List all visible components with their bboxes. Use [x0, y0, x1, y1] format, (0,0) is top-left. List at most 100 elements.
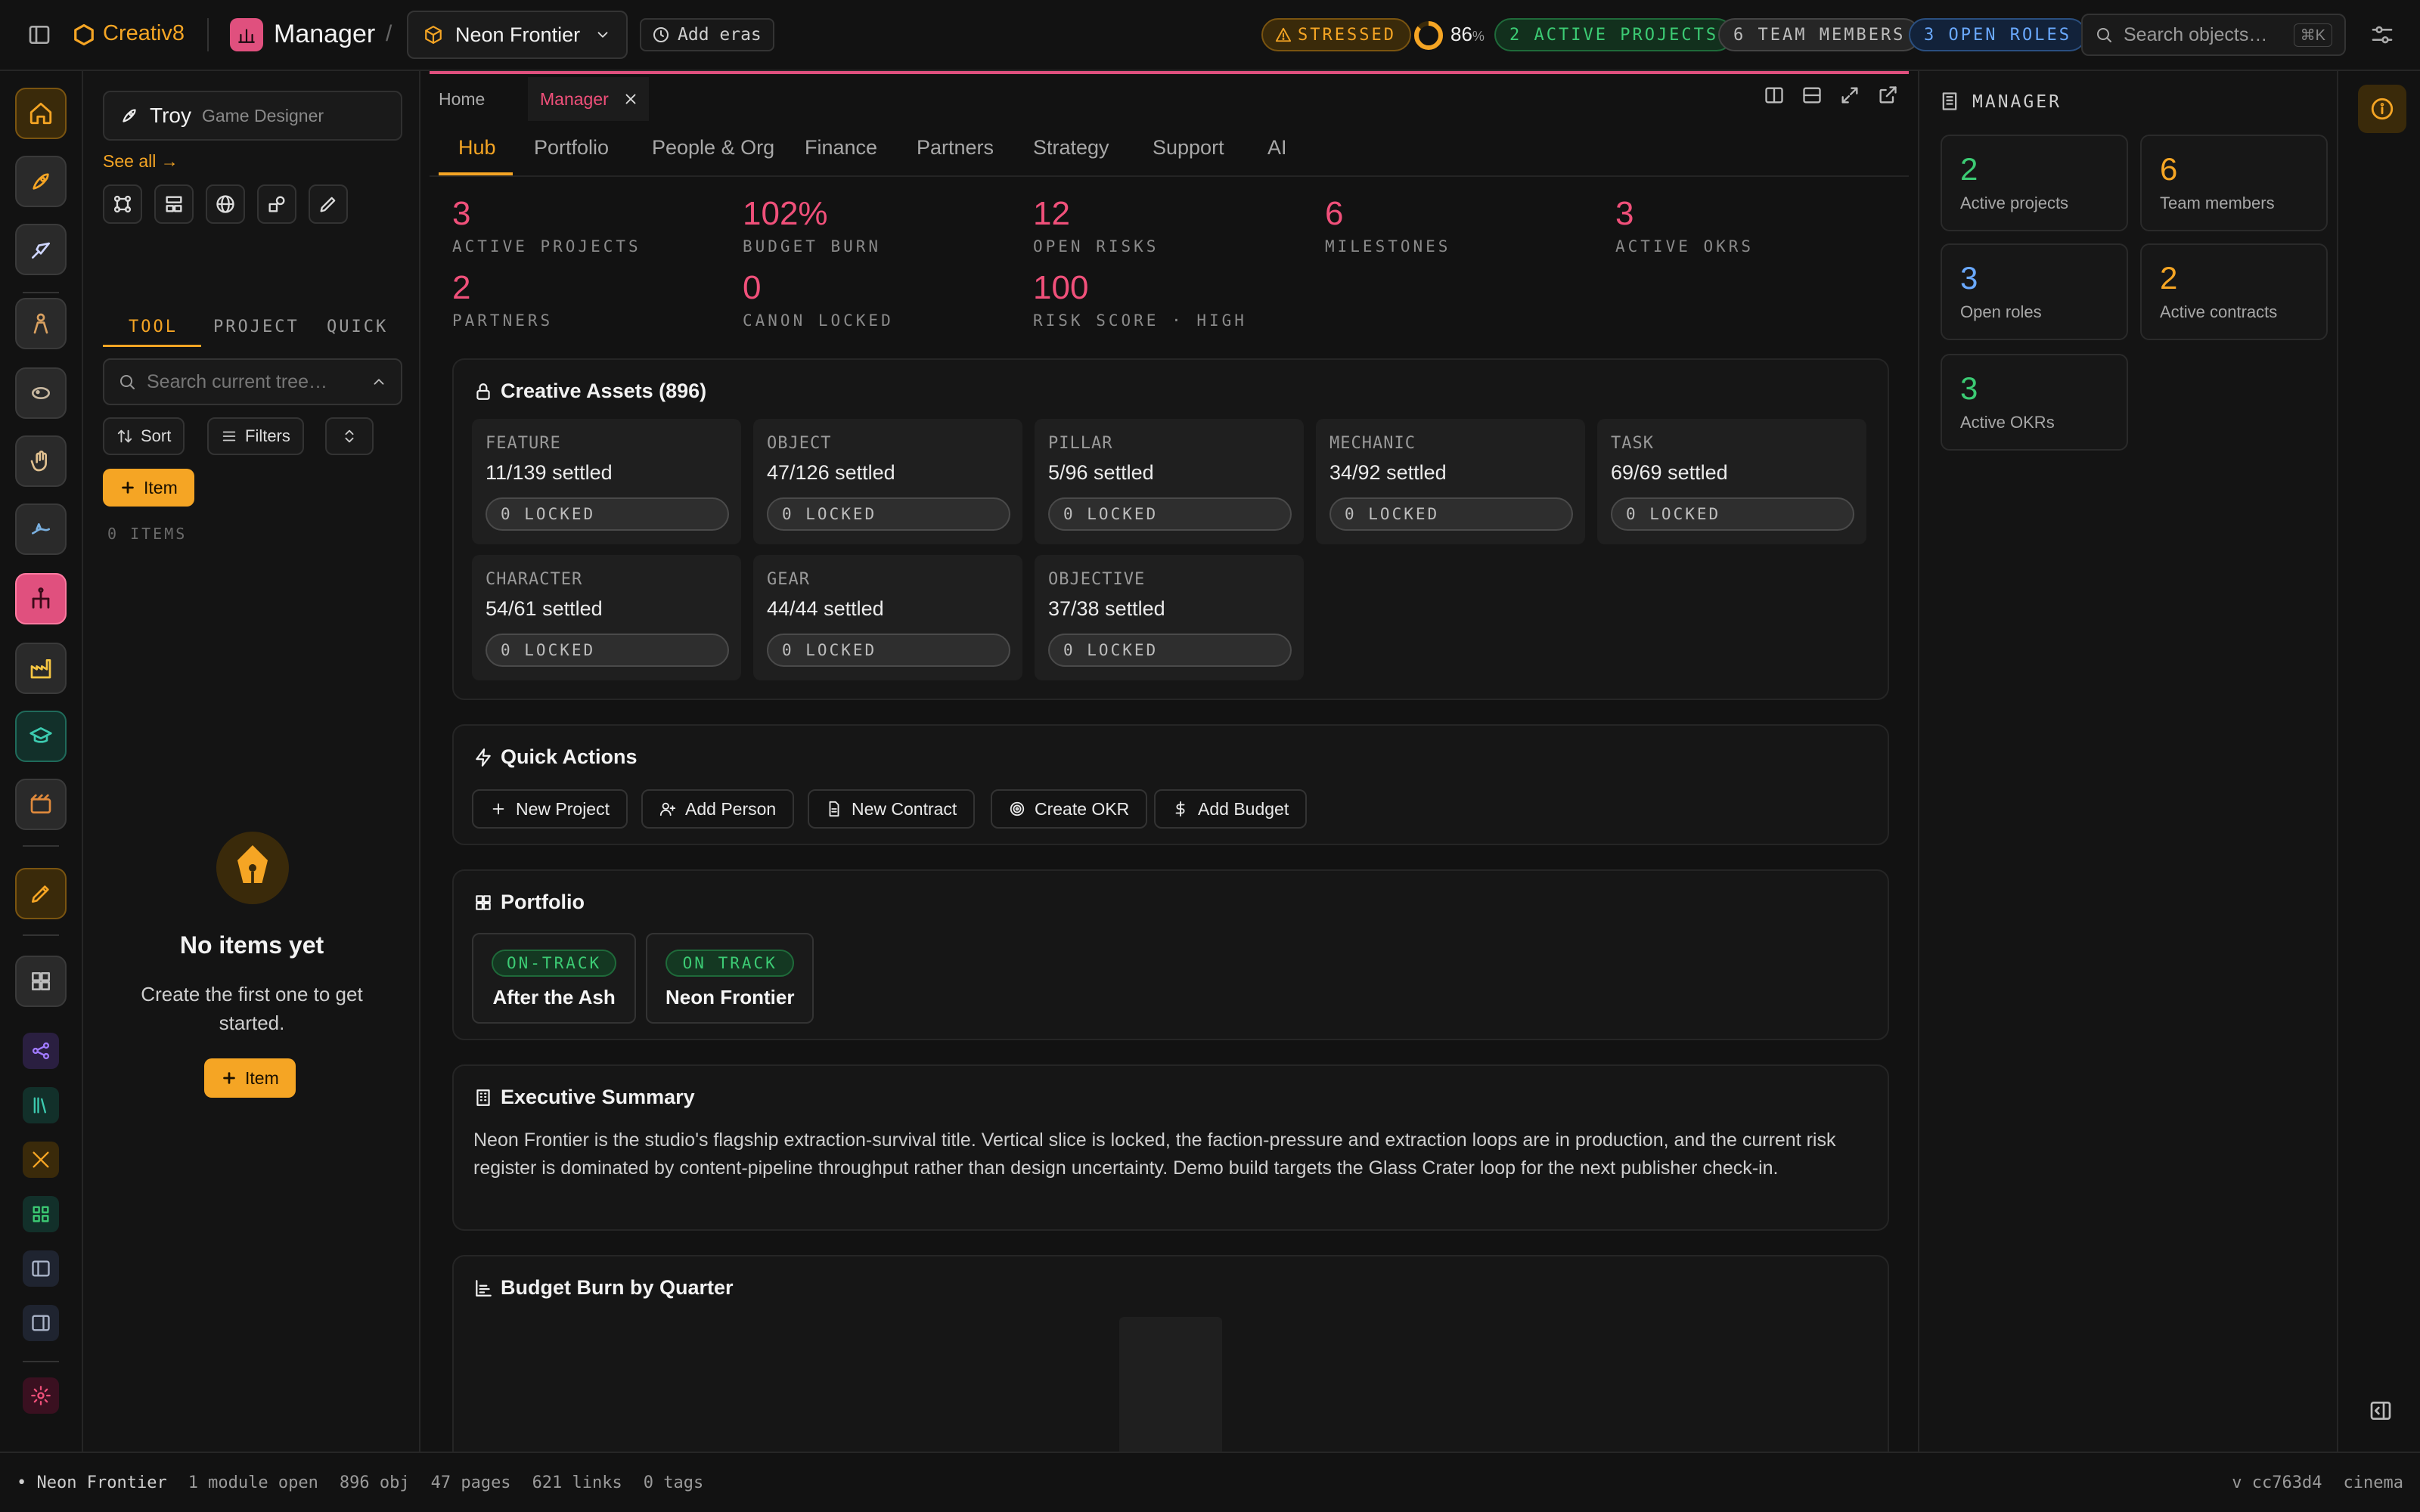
rail-manager-icon[interactable]: [15, 573, 67, 624]
metric-active-okrs[interactable]: 3 Active OKRs: [1941, 354, 2128, 451]
tab-manager[interactable]: Manager: [528, 77, 649, 121]
asset-pillar[interactable]: PILLAR 5/96 settled 0 LOCKED: [1035, 419, 1304, 544]
close-tab-icon[interactable]: [622, 91, 639, 107]
user-name: Troy: [150, 104, 191, 127]
stat-canon-locked: 0 CANON LOCKED: [743, 269, 894, 330]
nav-tab-strategy[interactable]: Strategy: [1033, 136, 1109, 160]
tab-project[interactable]: PROJECT: [213, 318, 299, 336]
locked-badge: 0 LOCKED: [486, 497, 729, 531]
global-search[interactable]: Search objects… ⌘K: [2081, 14, 2346, 56]
tool-layout-icon[interactable]: [154, 184, 194, 224]
create-okr-button[interactable]: Create OKR: [991, 789, 1148, 829]
add-eras-button[interactable]: Add eras: [640, 18, 774, 51]
rail-character-icon[interactable]: [15, 298, 67, 349]
sidebar-toggle-icon[interactable]: [27, 23, 51, 47]
tool-shortcuts: [103, 184, 348, 224]
tree-search-input[interactable]: Search current tree…: [103, 358, 402, 405]
metric-active-contracts[interactable]: 2 Active contracts: [2140, 243, 2328, 340]
info-icon[interactable]: [2358, 85, 2406, 133]
metric-active-projects[interactable]: 2 Active projects: [1941, 135, 2128, 231]
asset-objective[interactable]: OBJECTIVE 37/38 settled 0 LOCKED: [1035, 555, 1304, 680]
split-horizontal-icon[interactable]: [1801, 85, 1823, 106]
rail-home-icon[interactable]: [15, 88, 67, 139]
filters-button[interactable]: Filters: [207, 417, 304, 455]
active-projects-badge[interactable]: 2 ACTIVE PROJECTS: [1494, 18, 1734, 51]
metric-team-members[interactable]: 6 Team members: [2140, 135, 2328, 231]
portfolio-project-after-the-ash[interactable]: ON-TRACK After the Ash: [472, 933, 637, 1024]
project-cube-icon: [424, 25, 443, 45]
rail-cinema-icon[interactable]: [15, 779, 67, 830]
tab-quick[interactable]: QUICK: [327, 318, 388, 336]
add-item-button[interactable]: Item: [103, 469, 194, 507]
executive-summary-title: Executive Summary: [501, 1086, 695, 1108]
rail-spaceship-icon[interactable]: [15, 224, 67, 275]
stressed-badge[interactable]: STRESSED: [1261, 18, 1411, 51]
tool-pencil-icon[interactable]: [309, 184, 348, 224]
rail-creature-icon[interactable]: [15, 367, 67, 419]
expand-collapse-button[interactable]: [325, 417, 374, 455]
asset-character[interactable]: CHARACTER 54/61 settled 0 LOCKED: [472, 555, 741, 680]
tool-globe-icon[interactable]: [206, 184, 245, 224]
tool-shapes-icon[interactable]: [257, 184, 296, 224]
maximize-icon[interactable]: [1839, 85, 1860, 106]
nav-tab-finance[interactable]: Finance: [805, 136, 877, 160]
nav-tab-ai[interactable]: AI: [1267, 136, 1287, 160]
new-contract-button[interactable]: New Contract: [808, 789, 976, 829]
team-members-badge[interactable]: 6 TEAM MEMBERS: [1718, 18, 1921, 51]
rail-apps-icon[interactable]: [23, 1196, 59, 1232]
rail-academy-icon[interactable]: [15, 711, 67, 762]
rail-left-panel-icon[interactable]: [23, 1250, 59, 1287]
nav-tab-portfolio[interactable]: Portfolio: [534, 136, 609, 160]
status-project[interactable]: • Neon Frontier: [17, 1473, 167, 1492]
tab-home[interactable]: Home: [439, 89, 485, 110]
rail-pen-icon[interactable]: [15, 868, 67, 919]
rail-dragon-icon[interactable]: [15, 503, 67, 555]
tool-graph-icon[interactable]: [103, 184, 142, 224]
nav-tab-support[interactable]: Support: [1153, 136, 1224, 160]
chevron-up-icon[interactable]: [371, 373, 387, 390]
plus-icon: [490, 801, 507, 817]
rail-factory-icon[interactable]: [15, 643, 67, 694]
rail-right-panel-icon[interactable]: [23, 1305, 59, 1341]
sort-button[interactable]: Sort: [103, 417, 185, 455]
rail-library-icon[interactable]: [23, 1087, 59, 1123]
chevron-down-icon: [594, 26, 611, 43]
asset-mechanic[interactable]: MECHANIC 34/92 settled 0 LOCKED: [1316, 419, 1585, 544]
nav-tab-hub[interactable]: Hub: [458, 136, 496, 160]
rail-settings-gear-icon[interactable]: [23, 1377, 59, 1414]
pop-out-icon[interactable]: [1877, 85, 1898, 106]
portfolio-project-neon-frontier[interactable]: ON TRACK Neon Frontier: [646, 933, 814, 1024]
add-person-button[interactable]: Add Person: [641, 789, 795, 829]
rail-share-icon[interactable]: [23, 1033, 59, 1069]
user-card[interactable]: Troy Game Designer: [103, 91, 402, 141]
rail-tools-icon[interactable]: [23, 1142, 59, 1178]
asset-feature[interactable]: FEATURE 11/139 settled 0 LOCKED: [472, 419, 741, 544]
see-all-link[interactable]: See all →: [103, 151, 178, 172]
add-budget-button[interactable]: Add Budget: [1154, 789, 1308, 829]
portfolio-card: Portfolio ON-TRACK After the Ash ON TRAC…: [452, 869, 1889, 1040]
module-rail: [0, 71, 83, 1452]
settings-sliders-icon[interactable]: [2370, 23, 2394, 47]
stat-active-okrs: 3 ACTIVE OKRS: [1615, 195, 1754, 256]
tab-tool[interactable]: TOOL: [129, 318, 178, 336]
asset-gear[interactable]: GEAR 44/44 settled 0 LOCKED: [753, 555, 1022, 680]
empty-add-item-button[interactable]: Item: [204, 1058, 296, 1098]
module-title[interactable]: Manager: [274, 20, 375, 49]
nav-tab-partners[interactable]: Partners: [917, 136, 994, 160]
nav-tab-people-org[interactable]: People & Org: [652, 136, 774, 160]
user-role: Game Designer: [201, 105, 324, 125]
project-selector[interactable]: Neon Frontier: [407, 11, 628, 59]
asset-object[interactable]: OBJECT 47/126 settled 0 LOCKED: [753, 419, 1022, 544]
rail-grid-icon[interactable]: [15, 956, 67, 1007]
metric-open-roles[interactable]: 3 Open roles: [1941, 243, 2128, 340]
app-name[interactable]: Creativ8: [103, 21, 185, 46]
stat-active-projects: 3 ACTIVE PROJECTS: [452, 195, 641, 256]
rail-rocket-icon[interactable]: [15, 156, 67, 207]
rail-hand-icon[interactable]: [15, 435, 67, 487]
new-project-button[interactable]: New Project: [472, 789, 628, 829]
collapse-panel-icon[interactable]: [2369, 1399, 2393, 1423]
open-roles-badge[interactable]: 3 OPEN ROLES: [1909, 18, 2086, 51]
split-vertical-icon[interactable]: [1764, 85, 1785, 106]
asset-task[interactable]: TASK 69/69 settled 0 LOCKED: [1597, 419, 1866, 544]
health-progress-ring[interactable]: [1413, 20, 1444, 51]
